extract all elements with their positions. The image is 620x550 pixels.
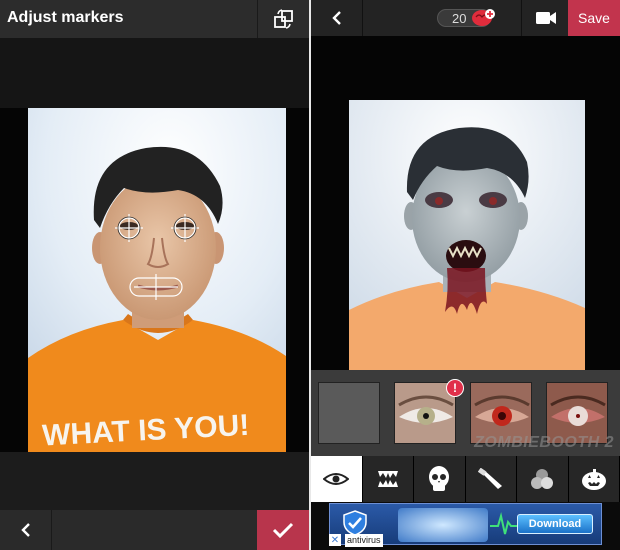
bottom-bar [0,510,309,550]
shield-check-icon [343,510,367,536]
blade-icon [477,468,502,489]
ad-close-button[interactable]: ✕ [329,534,341,546]
pumpkin-icon [581,469,606,490]
skull-icon [429,466,450,491]
back-button[interactable] [311,0,363,36]
save-button[interactable]: Save [568,0,620,36]
video-camera-icon [535,12,556,24]
photo-canvas [311,36,620,370]
brain-plus-icon [472,9,495,26]
top-bar: 20 Save [311,0,620,36]
rotate-button[interactable] [257,0,309,38]
screen-title: Adjust markers [7,9,124,26]
top-bar: Adjust markers [0,0,309,38]
rotate-icon [273,9,293,29]
zombie-editor-screen: 20 Save ! ZOMBIEBOOTH 2 Download antivir… [311,0,620,550]
category-textures[interactable] [517,456,569,502]
ad-download-button[interactable]: Download [517,514,593,534]
photo-canvas: WHAT IS YOU! [0,108,309,452]
zombie-photo[interactable] [349,100,585,370]
lower-spacer [0,452,309,510]
selfie-photo[interactable]: WHAT IS YOU! [28,108,286,452]
effect-none[interactable] [318,382,380,444]
confirm-button[interactable] [257,510,309,550]
category-teeth[interactable] [362,456,414,502]
fingerprint-graphic [398,508,488,542]
chevron-left-icon [331,11,341,25]
heartbeat-icon [490,512,520,535]
texture-circles-icon [531,469,554,489]
effects-tray: ! ZOMBIEBOOTH 2 [311,370,620,456]
back-button[interactable] [0,510,52,550]
ad-label: antivirus [345,534,383,547]
brain-counter[interactable]: 20 [437,9,495,27]
video-button[interactable] [521,0,569,36]
teeth-icon [377,471,398,487]
new-badge: ! [446,379,464,397]
eye-icon [323,473,350,485]
category-bar [311,456,620,502]
chevron-left-icon [20,523,30,537]
category-face[interactable] [414,456,466,502]
checkmark-icon [272,522,294,539]
watermark: ZOMBIEBOOTH 2 [474,434,614,451]
top-spacer [0,38,309,108]
category-eyes[interactable] [311,456,363,502]
adjust-markers-screen: Adjust markers WHAT IS YOU! [0,0,309,550]
category-wounds[interactable] [465,456,517,502]
category-halloween[interactable] [568,456,620,502]
brain-count: 20 [452,11,467,26]
